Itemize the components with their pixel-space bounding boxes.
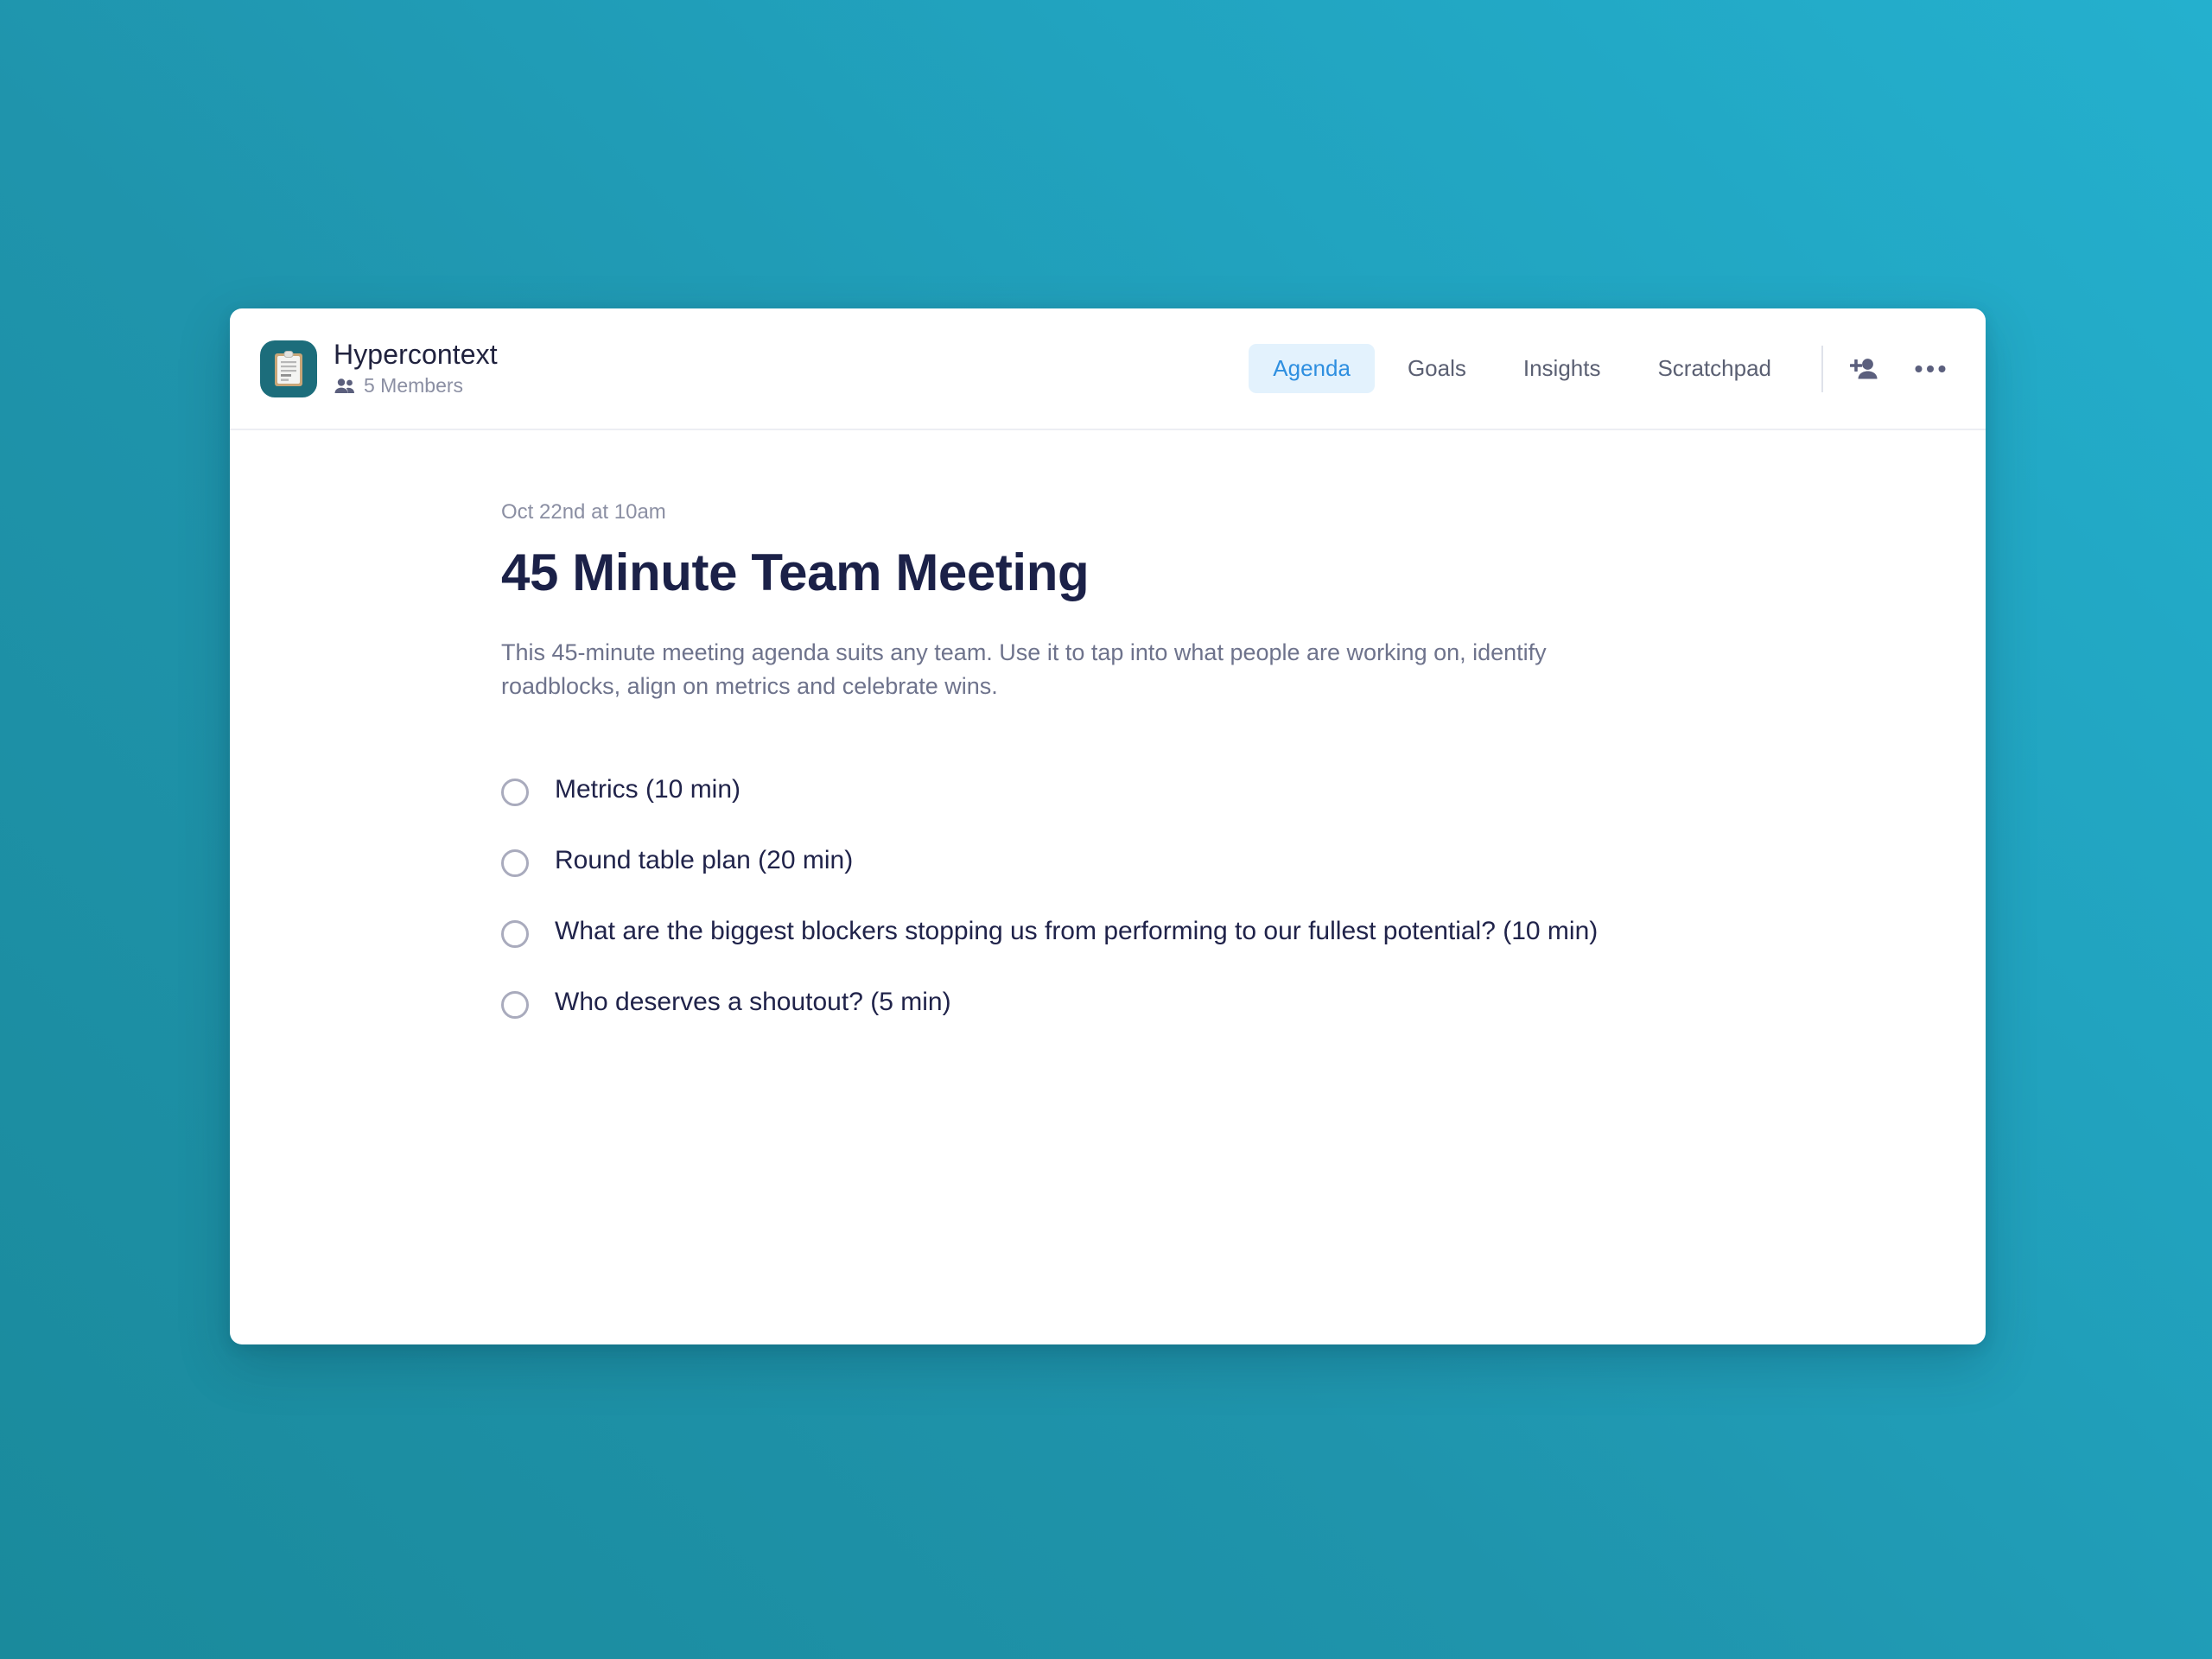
tab-scratchpad[interactable]: Scratchpad [1633,344,1796,394]
agenda-item-label: Who deserves a shoutout? (5 min) [555,988,951,1017]
meeting-description: This 45-minute meeting agenda suits any … [501,639,1547,700]
agenda-item-checkbox[interactable] [501,779,529,807]
members-count-label: 5 Members [364,374,464,397]
add-person-icon [1849,357,1878,381]
brand: Hypercontext 5 Members [260,338,498,397]
page-title: 45 Minute Team Meeting [501,543,1090,601]
brand-title: Hypercontext [334,338,498,370]
clipboard-icon [260,340,317,397]
agenda-item-label: Round table plan (20 min) [555,846,854,875]
list-item[interactable]: Round table plan (20 min) [501,843,1986,878]
app-header: Hypercontext 5 Members Agenda Goals Insi… [230,308,1986,430]
tab-agenda[interactable]: Agenda [1249,343,1375,394]
people-icon [334,378,356,395]
more-options-button[interactable] [1910,359,1951,378]
agenda-item-checkbox[interactable] [501,991,529,1020]
agenda-item-checkbox[interactable] [501,920,529,949]
header-actions [1844,352,1951,386]
brand-text: Hypercontext 5 Members [334,338,498,397]
add-person-button[interactable] [1844,352,1884,386]
list-item[interactable]: What are the biggest blockers stopping u… [501,914,1986,949]
meeting-date: Oct 22nd at 10am [501,500,666,524]
header-divider [1821,345,1823,392]
members-count: 5 Members [334,374,498,397]
tab-insights[interactable]: Insights [1499,344,1625,394]
agenda-list: Metrics (10 min) Round table plan (20 mi… [501,772,1986,1020]
agenda-panel: Oct 22nd at 10am 45 Minute Team Meeting … [230,430,1986,1020]
list-item[interactable]: Who deserves a shoutout? (5 min) [501,985,1986,1020]
nav-tabs: Agenda Goals Insights Scratchpad [1249,343,1796,394]
agenda-item-checkbox[interactable] [501,849,529,878]
agenda-item-label: What are the biggest blockers stopping u… [555,917,1599,946]
more-options-icon [1915,365,1946,373]
meeting-app-card: Hypercontext 5 Members Agenda Goals Insi… [230,308,1986,1344]
tab-goals[interactable]: Goals [1383,344,1491,394]
agenda-item-label: Metrics (10 min) [555,775,741,804]
list-item[interactable]: Metrics (10 min) [501,772,1986,807]
